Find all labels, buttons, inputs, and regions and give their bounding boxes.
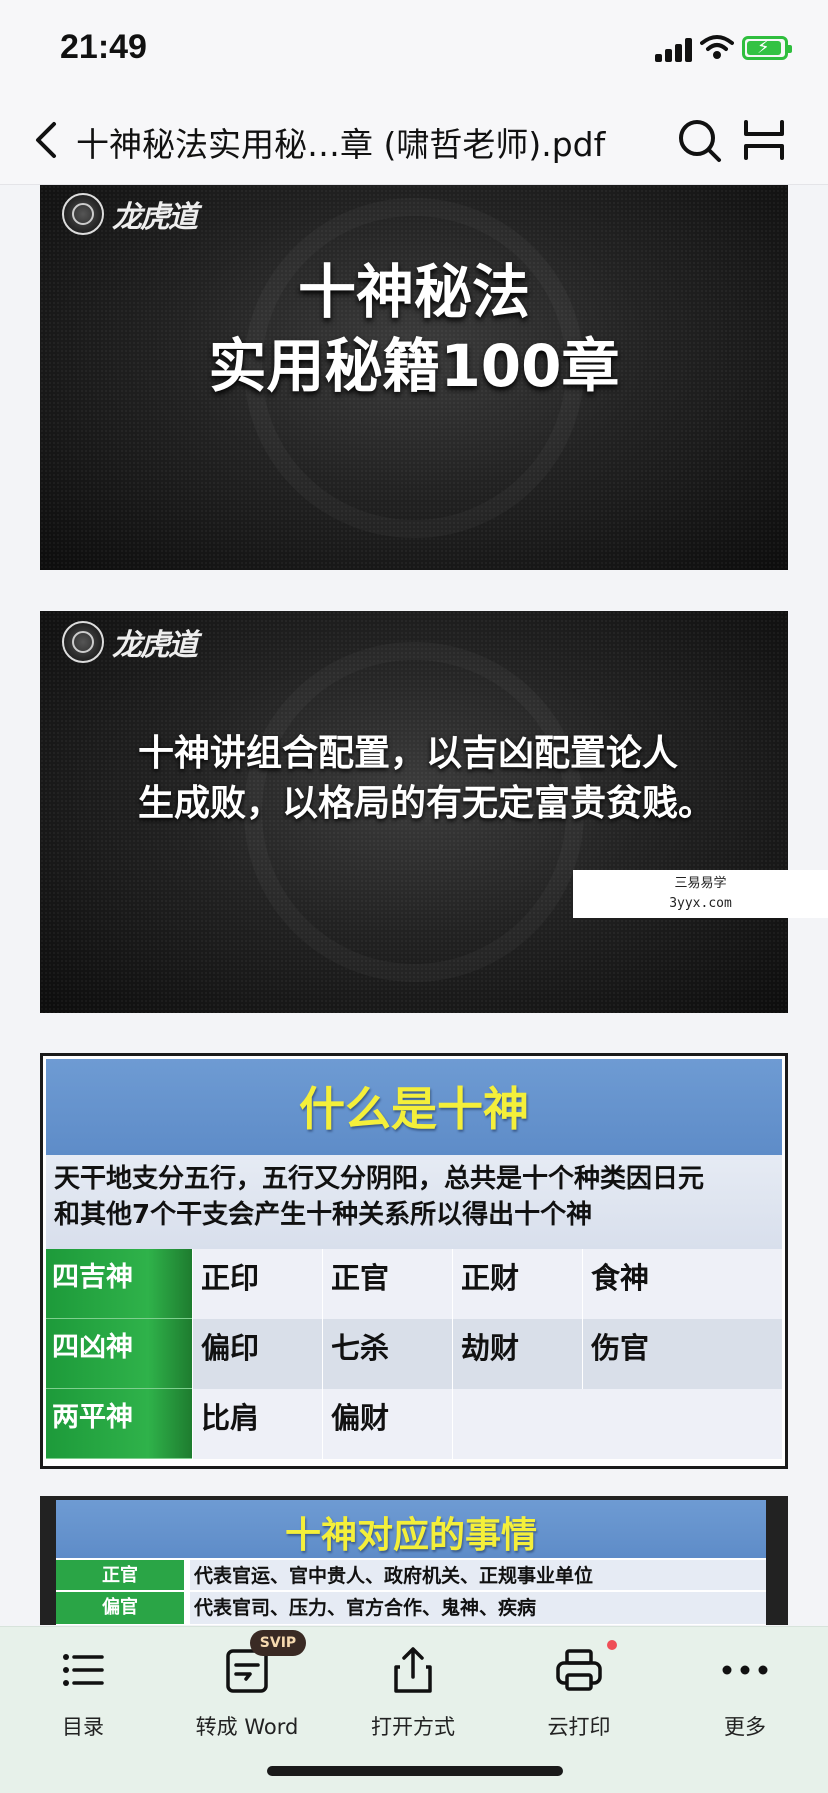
what-is-heading: 什么是十神 [299,1082,529,1136]
intro-line1: 十神讲组合配置，以吉凶配置论人 [138,733,679,774]
table-cell: 食神 [582,1249,782,1319]
table-row: 四吉神 正印 正官 正财 食神 [46,1249,782,1319]
cloud-print-button[interactable]: 云打印 [514,1643,644,1741]
brand-logo: 龙虎道 [62,189,198,239]
cellular-signal-icon [655,38,695,62]
table-cell: 偏财 [322,1389,452,1459]
table-cell: 七杀 [322,1319,452,1389]
matters-header: 十神对应的事情 [56,1500,766,1558]
status-bar: 21:49 ⚡ [0,0,828,100]
row-label: 四吉神 [46,1249,192,1319]
table-cell: 正印 [192,1249,322,1319]
intro-line2: 生成败，以格局的有无定富贵贫贱。 [138,783,715,824]
watermark-sticker: 三易易学 3yyx.com [573,870,828,918]
toc-label: 目录 [62,1715,104,1739]
table-cell: 正财 [452,1249,582,1319]
row-key: 正官 [56,1560,184,1592]
matters-heading: 十神对应的事情 [284,1515,537,1556]
cover-title: 十神秘法 实用秘籍100章 [40,255,788,403]
more-button[interactable]: 更多 [680,1643,810,1741]
table-cell: 伤官 [582,1319,782,1389]
status-time: 21:49 [60,28,147,66]
sticker-line2: 3yyx.com [669,896,732,911]
cover-title-line1: 十神秘法 [297,258,530,326]
logo-text: 龙虎道 [112,200,198,235]
table-cell: 比肩 [192,1389,322,1459]
page-mode-icon[interactable] [740,114,788,166]
table-row: 正官 代表官运、官中贵人、政府机关、正规事业单位 [56,1558,766,1592]
printer-icon [556,1649,602,1691]
row-value: 代表官司、压力、官方合作、鬼神、疾病 [190,1592,766,1624]
desc-line1: 天干地支分五行，五行又分阴阳，总共是十个种类因日元 [54,1164,705,1194]
svip-badge: SVIP [250,1630,306,1656]
open-with-button[interactable]: 打开方式 [348,1643,478,1741]
table-row: 两平神 比肩 偏财 [46,1389,782,1459]
pdf-viewer[interactable]: 龙虎道 十神秘法 实用秘籍100章 龙虎道 十神讲组合配置，以吉凶配置论人 生成… [0,185,828,1625]
what-is-header: 什么是十神 [46,1059,782,1155]
row-key: 偏官 [56,1592,184,1624]
row-label: 两平神 [46,1389,192,1459]
table-row: 偏官 代表官司、压力、官方合作、鬼神、疾病 [56,1590,766,1624]
table-row: 四凶神 偏印 七杀 劫财 伤官 [46,1319,782,1389]
more-icon [722,1665,768,1675]
intro-text: 十神讲组合配置，以吉凶配置论人 生成败，以格局的有无定富贵贫贱。 [138,729,788,829]
desc-line2: 和其他7个干支会产生十种关系所以得出十个神 [54,1200,593,1230]
document-title: 十神秘法实用秘…章 (啸哲老师).pdf [76,125,606,164]
home-indicator[interactable] [267,1766,563,1776]
table-cell [452,1389,782,1459]
row-label: 四凶神 [46,1319,192,1389]
navigation-bar: 十神秘法实用秘…章 (啸哲老师).pdf [0,100,828,185]
table-cell: 劫财 [452,1319,582,1389]
cloud-print-label: 云打印 [547,1715,611,1739]
search-icon[interactable] [676,114,724,166]
share-icon [394,1647,432,1693]
back-button[interactable] [28,118,68,162]
row-value: 代表官运、官中贵人、政府机关、正规事业单位 [190,1560,766,1592]
notification-dot [607,1640,617,1650]
pdf-page-cover: 龙虎道 十神秘法 实用秘籍100章 [40,185,788,570]
cover-title-line2: 实用秘籍100章 [208,332,620,400]
logo-emblem-icon [62,193,104,235]
table-cell: 正官 [322,1249,452,1319]
toc-button[interactable]: 目录 [18,1643,148,1741]
sticker-line1: 三易易学 [674,876,727,891]
logo-text: 龙虎道 [112,628,198,663]
what-is-description: 天干地支分五行，五行又分阴阳，总共是十个种类因日元 和其他7个干支会产生十种关系… [46,1155,782,1249]
logo-emblem-icon [62,621,104,663]
convert-word-label: 转成 Word [195,1715,299,1739]
battery-icon: ⚡ [742,36,792,60]
table-cell: 偏印 [192,1319,322,1389]
list-icon [63,1654,104,1686]
more-label: 更多 [724,1715,766,1739]
brand-logo: 龙虎道 [62,617,198,667]
pdf-page-matters: 十神对应的事情 正官 代表官运、官中贵人、政府机关、正规事业单位 偏官 代表官司… [40,1496,788,1625]
open-with-label: 打开方式 [371,1715,455,1739]
pdf-page-intro: 龙虎道 十神讲组合配置，以吉凶配置论人 生成败，以格局的有无定富贵贫贱。 [40,611,788,1013]
pdf-page-what-is: 什么是十神 天干地支分五行，五行又分阴阳，总共是十个种类因日元 和其他7个干支会… [40,1053,788,1469]
convert-word-button[interactable]: 转成 Word [182,1643,312,1741]
wifi-icon [700,35,734,59]
